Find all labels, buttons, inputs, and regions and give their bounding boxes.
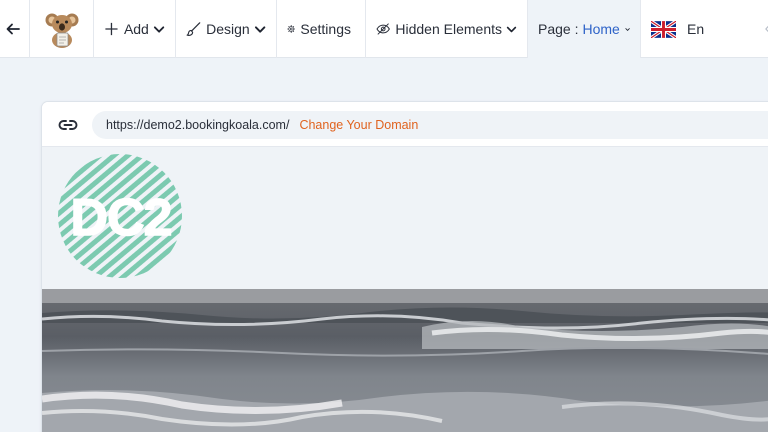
change-domain-link[interactable]: Change Your Domain: [299, 118, 418, 132]
settings-button[interactable]: Settings: [277, 0, 366, 58]
page-selector[interactable]: Page : Home: [528, 0, 641, 58]
language-label: En: [687, 21, 705, 37]
hidden-elements-label: Hidden Elements: [395, 21, 502, 37]
koala-logo-icon: [45, 13, 78, 48]
hero-banner-image[interactable]: [42, 289, 768, 432]
domain-field: https://demo2.bookingkoala.com/ Change Y…: [92, 111, 768, 139]
site-header: DC2: [42, 147, 768, 289]
domain-url: https://demo2.bookingkoala.com/: [106, 118, 290, 132]
design-label: Design: [206, 21, 250, 37]
site-preview-frame: https://demo2.bookingkoala.com/ Change Y…: [41, 101, 768, 432]
ocean-waves-image: [42, 289, 768, 432]
hidden-elements-menu[interactable]: Hidden Elements: [366, 0, 528, 58]
bookingkoala-logo[interactable]: [30, 0, 94, 58]
chevron-down-icon: [153, 25, 165, 33]
link-icon: [58, 120, 78, 130]
eye-slash-icon: [376, 23, 390, 35]
chevron-down-icon: [506, 26, 517, 32]
plus-icon: [105, 22, 118, 36]
site-logo-text: DC2: [70, 189, 171, 247]
arrow-left-icon: [6, 23, 20, 35]
settings-label: Settings: [300, 21, 351, 37]
back-button[interactable]: [0, 0, 30, 58]
gear-icon: [287, 25, 296, 33]
chevron-down-icon: [254, 25, 266, 33]
page-selector-value: Home: [582, 21, 620, 37]
add-menu[interactable]: Add: [94, 0, 176, 58]
page-selector-label: Page :: [538, 21, 579, 37]
preview-url-bar: https://demo2.bookingkoala.com/ Change Y…: [42, 102, 768, 147]
language-selector[interactable]: En: [641, 0, 718, 58]
chevron-down-icon: [625, 27, 630, 31]
add-label: Add: [123, 21, 149, 37]
brush-icon: [186, 22, 201, 36]
site-logo[interactable]: DC2: [57, 153, 183, 279]
uk-flag-icon: [651, 20, 676, 38]
design-menu[interactable]: Design: [176, 0, 277, 58]
editor-toolbar: Add Design Settings Hidden Elements Page…: [0, 0, 768, 58]
